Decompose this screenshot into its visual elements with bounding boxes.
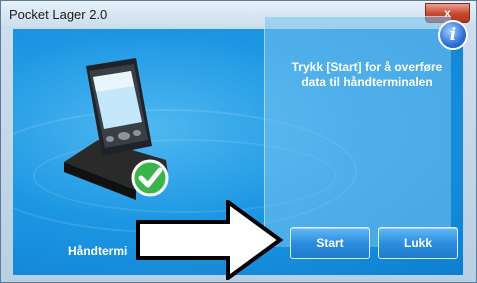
instruction-text: Trykk [Start] for å overføre data til hå… [291,60,443,89]
checkmark-icon [131,159,169,197]
close-button[interactable]: Lukk [378,227,458,259]
device-label: Håndtermi [68,244,128,258]
handheld-device-icon [64,58,169,200]
info-icon[interactable]: i [438,20,468,50]
device-button [133,130,141,136]
window-title: Pocket Lager 2.0 [9,7,108,22]
start-button[interactable]: Start [290,227,370,259]
device-button [118,132,130,140]
device-button [106,136,114,142]
arrow-right-icon [136,200,284,280]
info-panel [264,16,451,247]
